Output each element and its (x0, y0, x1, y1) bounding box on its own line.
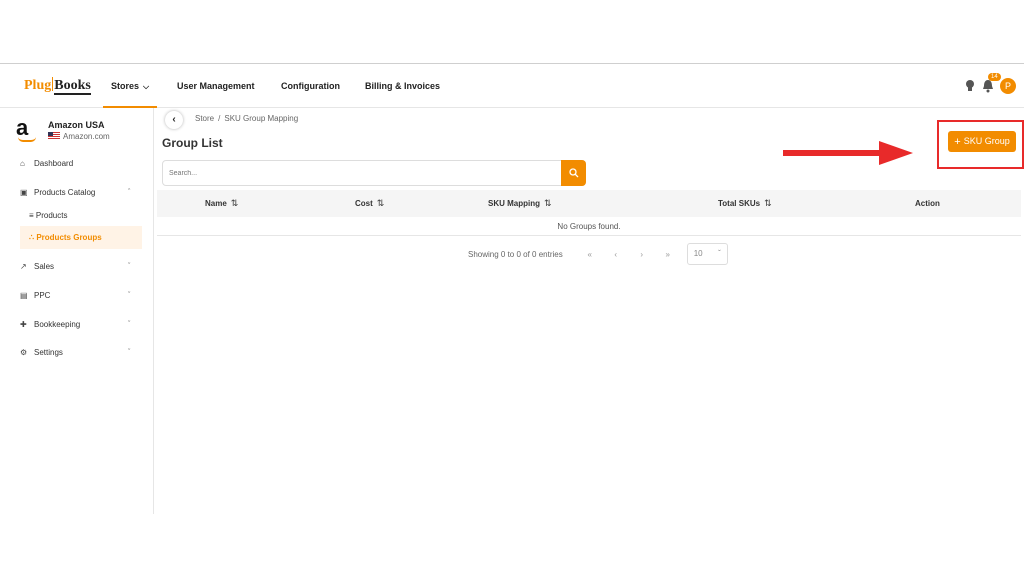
sidebar-item-sales[interactable]: ↗ Sales ˇ (20, 259, 130, 275)
sidebar-item-dashboard[interactable]: ⌂ Dashboard (20, 156, 73, 172)
red-arrow-annotation (783, 141, 913, 165)
store-name: Amazon USA (48, 120, 105, 130)
home-icon: ⌂ (20, 159, 25, 168)
nav-configuration[interactable]: Configuration (281, 64, 340, 108)
us-flag-icon (48, 132, 60, 140)
sidebar: a Amazon USA Amazon.com ⌂ Dashboard ▣ Prod… (0, 108, 154, 514)
ppc-icon: ▤ (20, 291, 28, 300)
sidebar-item-bookkeeping[interactable]: ✚ Bookkeeping ˇ (20, 317, 130, 333)
column-header-name[interactable]: Name ⇅ (205, 190, 238, 217)
list-icon: ≡ (29, 211, 34, 220)
sort-icon: ⇅ (764, 198, 772, 208)
pagination: Showing 0 to 0 of 0 entries « ‹ › » 10 ˇ (468, 243, 728, 265)
chevron-down-icon: ˇ (128, 321, 131, 328)
search-input[interactable] (163, 161, 561, 185)
bell-icon[interactable]: 14 (982, 73, 1001, 93)
sidebar-item-products[interactable]: ≡ Products (20, 204, 142, 227)
column-header-action: Action (915, 199, 940, 208)
next-page-icon[interactable]: › (629, 250, 655, 259)
page-title: Group List (162, 136, 223, 150)
nav-stores[interactable]: Stores ⌵ (103, 64, 157, 108)
bookkeeping-icon: ✚ (20, 320, 27, 329)
sort-icon: ⇅ (376, 198, 385, 208)
sidebar-item-products-groups[interactable]: ∴ Products Groups (20, 226, 142, 249)
main-content: ‹ Store/SKU Group Mapping Group List +SK… (155, 108, 1024, 514)
chevron-up-icon: ˆ (128, 189, 131, 196)
app-frame: Plug Books Stores ⌵ User Management Config… (0, 63, 1024, 514)
sidebar-item-ppc[interactable]: ▤ PPC ˇ (20, 288, 130, 304)
page-size-select[interactable]: 10 ˇ (686, 243, 728, 265)
chart-icon: ↗ (20, 262, 27, 271)
search-button[interactable] (561, 160, 586, 186)
chevron-down-icon: ˇ (128, 292, 131, 299)
sort-icon: ⇅ (544, 198, 552, 208)
lightbulb-icon[interactable] (964, 79, 976, 93)
column-header-cost[interactable]: Cost ⇅ (355, 190, 384, 217)
nav-user-management[interactable]: User Management (177, 64, 255, 108)
chevron-down-icon: ˇ (718, 249, 721, 258)
chevron-down-icon: ˇ (128, 263, 131, 270)
top-icons: 14 P (964, 73, 1016, 96)
group-table: Name ⇅ Cost ⇅ SKU Mapping ⇅ Total SKUs ⇅ Act… (157, 190, 1021, 236)
amazon-logo-icon: a (16, 117, 40, 142)
empty-message: No Groups found. (157, 217, 1021, 236)
chevron-down-icon: ˇ (128, 349, 131, 356)
store-domain: Amazon.com (48, 132, 110, 141)
catalog-icon: ▣ (20, 188, 28, 197)
plugbooks-logo[interactable]: Plug Books (24, 77, 91, 95)
gear-icon: ⚙ (20, 348, 28, 357)
first-page-icon[interactable]: « (577, 250, 603, 259)
pagination-info: Showing 0 to 0 of 0 entries (468, 249, 563, 259)
nav-billing-invoices[interactable]: Billing & Invoices (365, 64, 440, 108)
chevron-down-icon: ⌵ (143, 82, 150, 91)
table-header: Name ⇅ Cost ⇅ SKU Mapping ⇅ Total SKUs ⇅ Act… (157, 190, 1021, 217)
top-navbar: Plug Books Stores ⌵ User Management Config… (0, 64, 1024, 108)
column-header-sku-mapping[interactable]: SKU Mapping ⇅ (488, 190, 552, 217)
last-page-icon[interactable]: » (655, 250, 681, 259)
sidebar-item-settings[interactable]: ⚙ Settings ˇ (20, 345, 130, 361)
sidebar-item-products-catalog[interactable]: ▣ Products Catalog ˆ (20, 185, 130, 201)
breadcrumb-current: SKU Group Mapping (224, 114, 299, 123)
notification-badge: 14 (988, 73, 1001, 81)
group-icon: ∴ (29, 233, 35, 242)
chevron-left-icon: ‹ (172, 114, 176, 125)
plus-icon: + (954, 136, 961, 148)
avatar[interactable]: P (1000, 78, 1016, 94)
search-icon (568, 168, 578, 178)
back-button[interactable]: ‹ (165, 111, 183, 129)
breadcrumb: Store / SKU Group Mapping (195, 114, 299, 123)
prev-page-icon[interactable]: ‹ (603, 250, 629, 259)
breadcrumb-store[interactable]: Store (195, 114, 214, 123)
add-sku-group-button[interactable]: + SKU Group (948, 131, 1016, 152)
search-box (162, 160, 586, 186)
column-header-total-skus[interactable]: Total SKUs ⇅ (718, 190, 772, 217)
sort-icon: ⇅ (230, 198, 239, 208)
